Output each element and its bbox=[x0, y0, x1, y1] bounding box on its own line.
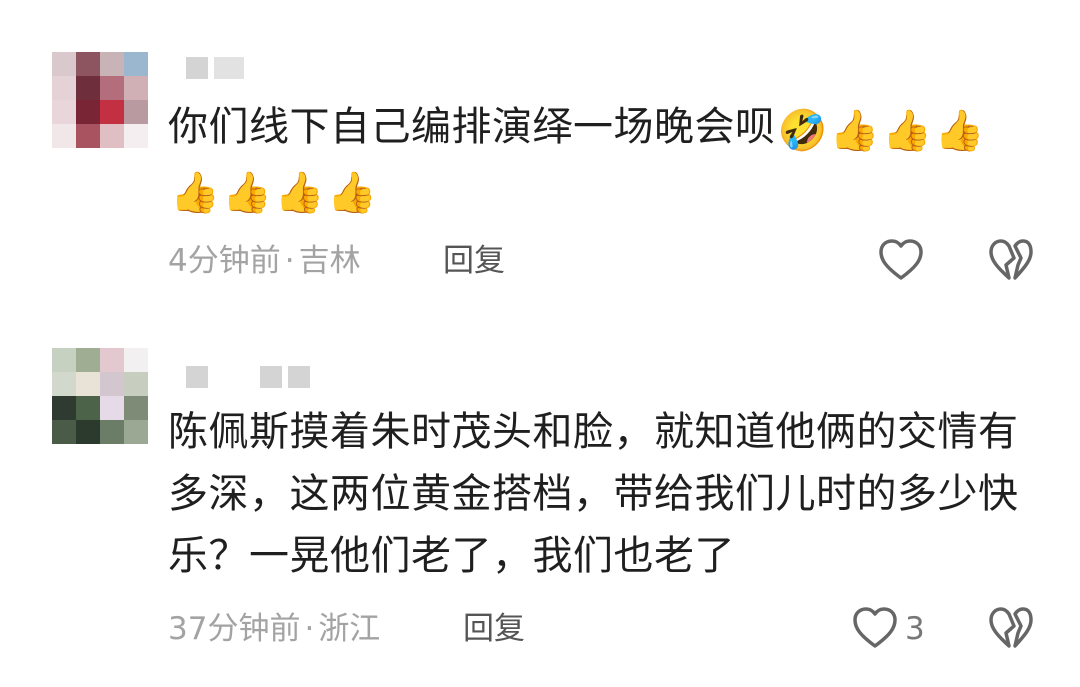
comment-text: 你们线下自己编排演绎一场晚会呗🤣👍👍👍 👍👍👍👍 bbox=[168, 96, 1038, 220]
avatar-mosaic-tile bbox=[124, 124, 148, 148]
avatar-mosaic-tile bbox=[76, 372, 100, 396]
avatar-mosaic-tile bbox=[76, 100, 100, 124]
avatar-mosaic-tile bbox=[100, 348, 124, 372]
avatar-mosaic-tile bbox=[100, 372, 124, 396]
avatar-mosaic-tile bbox=[76, 52, 100, 76]
comment-meta: 4分钟前 · 吉林 bbox=[168, 241, 361, 281]
like-heart-icon[interactable] bbox=[852, 606, 898, 650]
avatar-mosaic-tile bbox=[52, 124, 76, 148]
thumbs-up-emoji: 👍 bbox=[222, 170, 273, 216]
avatar-mosaic-tile bbox=[124, 100, 148, 124]
avatar-mosaic-tile bbox=[76, 348, 100, 372]
thumbs-up-emoji: 👍 bbox=[934, 108, 985, 154]
avatar[interactable] bbox=[52, 52, 148, 148]
avatar-mosaic-tile bbox=[124, 396, 148, 420]
avatar-mosaic-tile bbox=[76, 420, 100, 444]
avatar-mosaic-tile bbox=[52, 52, 76, 76]
comment-time: 4分钟前 bbox=[168, 243, 281, 279]
comment-text: 陈佩斯摸着朱时茂头和脸，就知道他俩的交情有多深，这两位黄金搭档，带给我们儿时的多… bbox=[168, 409, 1019, 579]
thumbs-up-emoji: 👍 bbox=[170, 170, 221, 216]
avatar-mosaic-tile bbox=[52, 420, 76, 444]
avatar-mosaic-tile bbox=[100, 76, 124, 100]
comment-meta: 37分钟前 · 浙江 bbox=[168, 609, 380, 649]
avatar-mosaic-tile bbox=[52, 100, 76, 124]
avatar-mosaic-tile bbox=[100, 100, 124, 124]
meta-separator: · bbox=[284, 243, 295, 279]
avatar-mosaic-tile bbox=[100, 52, 124, 76]
avatar-mosaic-tile bbox=[124, 348, 148, 372]
thumbs-up-emoji: 👍 bbox=[326, 170, 378, 216]
username-redacted[interactable] bbox=[186, 366, 310, 388]
dislike-broken-heart-icon[interactable] bbox=[988, 606, 1034, 650]
comment-body: 你们线下自己编排演绎一场晚会呗 bbox=[168, 104, 776, 150]
username-redacted[interactable] bbox=[186, 57, 244, 79]
dislike-broken-heart-icon[interactable] bbox=[988, 238, 1034, 282]
comment-location: 吉林 bbox=[298, 243, 361, 279]
avatar-mosaic-tile bbox=[100, 124, 124, 148]
avatar-mosaic-tile bbox=[52, 396, 76, 420]
avatar-mosaic-tile bbox=[124, 420, 148, 444]
meta-separator: · bbox=[304, 611, 315, 647]
reply-button[interactable]: 回复 bbox=[463, 609, 525, 649]
avatar-mosaic-tile bbox=[124, 76, 148, 100]
avatar-mosaic-tile bbox=[76, 124, 100, 148]
thumbs-up-emoji: 👍 bbox=[274, 170, 325, 216]
avatar[interactable] bbox=[52, 348, 148, 444]
avatar-mosaic-tile bbox=[76, 76, 100, 100]
like-count: 3 bbox=[905, 611, 925, 647]
like-heart-icon[interactable] bbox=[878, 238, 924, 282]
reply-button[interactable]: 回复 bbox=[443, 241, 505, 281]
avatar-mosaic-tile bbox=[52, 76, 76, 100]
avatar-mosaic-tile bbox=[100, 396, 124, 420]
laugh-emoji: 🤣 bbox=[777, 108, 828, 154]
comment-time: 37分钟前 bbox=[168, 611, 301, 647]
avatar-mosaic-tile bbox=[52, 348, 76, 372]
avatar-mosaic-tile bbox=[100, 420, 124, 444]
avatar-mosaic-tile bbox=[76, 396, 100, 420]
avatar-mosaic-tile bbox=[124, 52, 148, 76]
avatar-mosaic-tile bbox=[124, 372, 148, 396]
avatar-mosaic-tile bbox=[52, 372, 76, 396]
thumbs-up-emoji: 👍 bbox=[882, 108, 933, 154]
thumbs-up-emoji: 👍 bbox=[829, 108, 881, 154]
comment-location: 浙江 bbox=[318, 611, 381, 647]
